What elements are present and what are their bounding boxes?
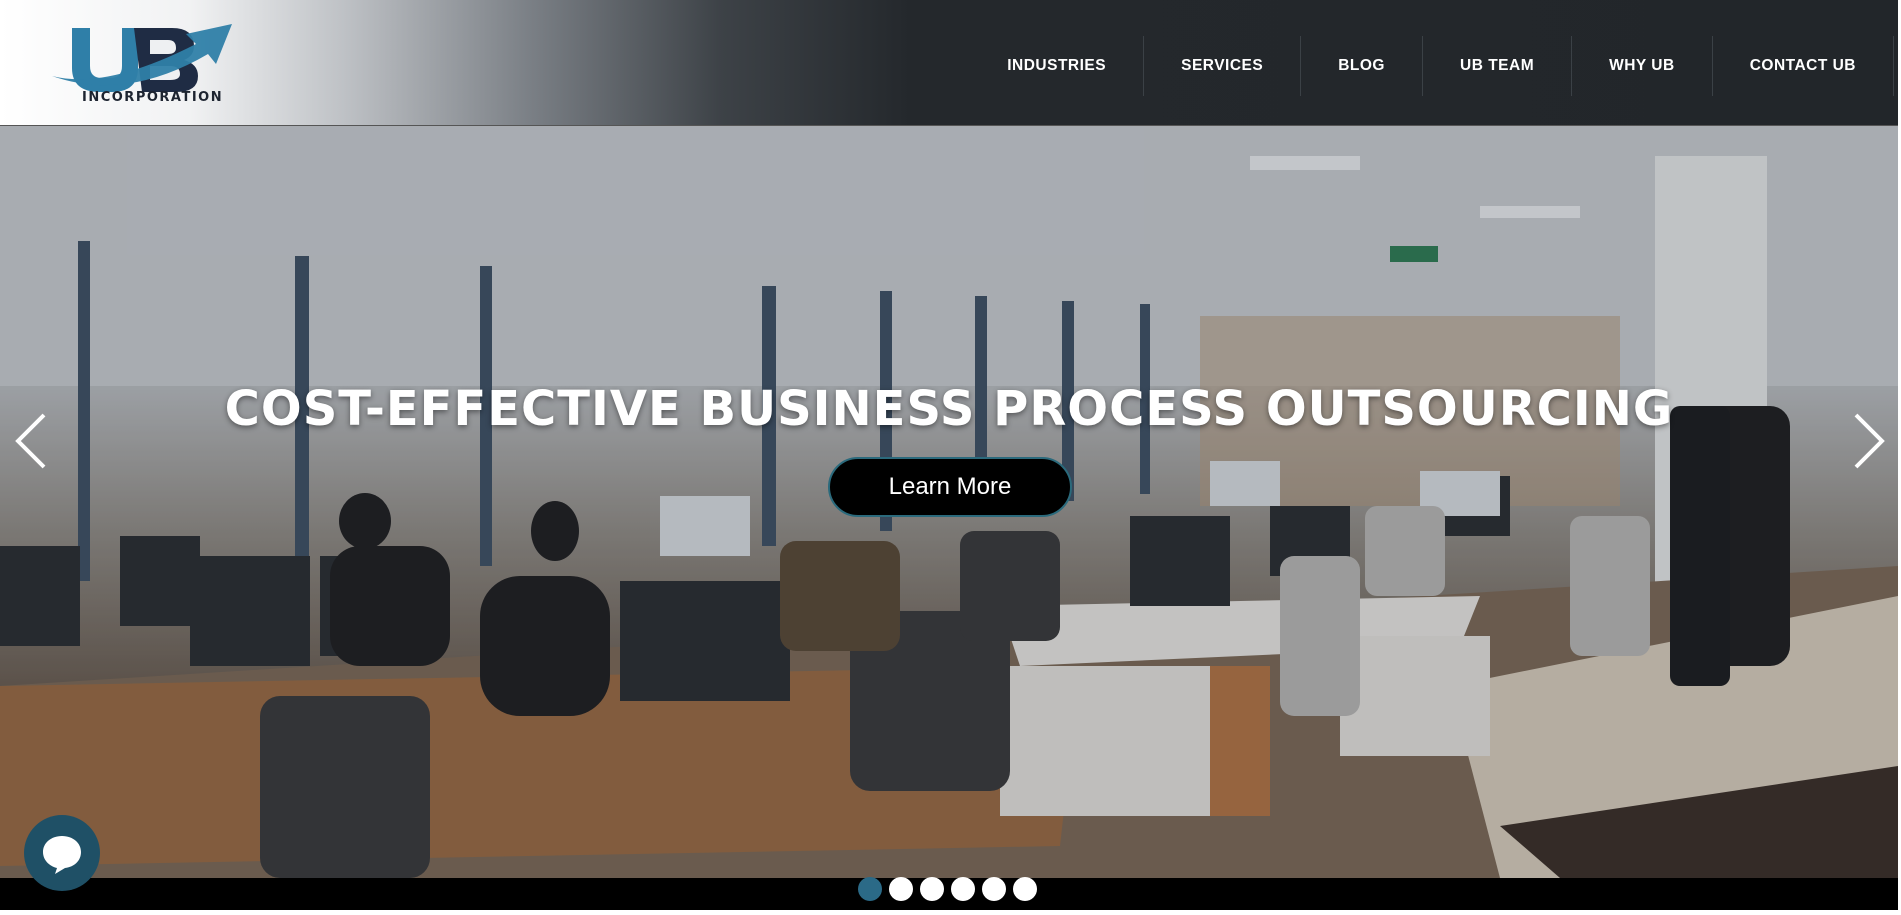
slide-dot-2[interactable]: [889, 877, 913, 901]
chevron-left-icon[interactable]: [10, 411, 50, 471]
slide-dot-5[interactable]: [982, 877, 1006, 901]
chat-bubble-icon: [43, 836, 81, 874]
nav-services[interactable]: SERVICES: [1143, 36, 1300, 96]
slider-dots: [858, 877, 1037, 901]
hero-headline: COST-EFFECTIVE BUSINESS PROCESS OUTSOURC…: [224, 381, 1674, 437]
logo-text: INCORPORATION: [82, 90, 224, 105]
chat-widget-button[interactable]: [24, 815, 100, 891]
learn-more-button[interactable]: Learn More: [828, 457, 1072, 517]
nav-ub-team[interactable]: UB TEAM: [1422, 36, 1571, 96]
slide-dot-4[interactable]: [951, 877, 975, 901]
slide-dot-6[interactable]: [1013, 877, 1037, 901]
nav-why-ub[interactable]: WHY UB: [1571, 36, 1712, 96]
nav-industries[interactable]: INDUSTRIES: [970, 36, 1143, 96]
nav-contact-ub[interactable]: CONTACT UB: [1711, 36, 1894, 96]
slide-dot-3[interactable]: [920, 877, 944, 901]
hero-slider: COST-EFFECTIVE BUSINESS PROCESS OUTSOURC…: [0, 126, 1898, 878]
site-header: INCORPORATION INDUSTRIES SERVICES BLOG U…: [0, 0, 1898, 126]
slide-dot-1[interactable]: [858, 877, 882, 901]
main-nav: INDUSTRIES SERVICES BLOG UB TEAM WHY UB …: [970, 36, 1898, 96]
nav-blog[interactable]: BLOG: [1300, 36, 1422, 96]
chevron-right-icon[interactable]: [1850, 411, 1890, 471]
